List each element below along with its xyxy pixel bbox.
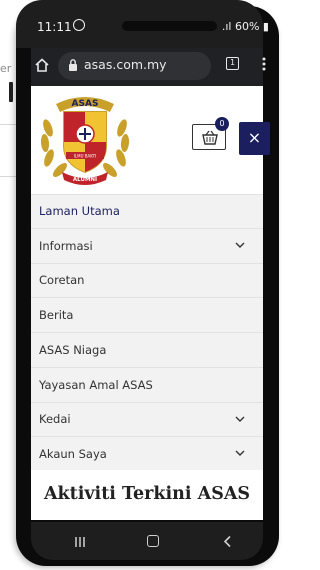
battery-percent: 60% bbox=[234, 20, 260, 33]
asas-alumni-logo[interactable]: ASAS ILMU BAKTI ALUMNI bbox=[36, 88, 134, 188]
section-heading: Aktiviti Terkini ASAS bbox=[31, 470, 263, 520]
battery-icon: ▮ bbox=[259, 20, 269, 33]
chevron-down-icon[interactable] bbox=[235, 415, 245, 423]
menu-item-asas-niaga[interactable]: ASAS Niaga bbox=[31, 333, 263, 368]
menu-item-label: Laman Utama bbox=[39, 204, 120, 219]
status-time: 11:11 bbox=[37, 20, 72, 34]
logo-motto: ILMU BAKTI bbox=[74, 154, 96, 159]
background-text: er bbox=[0, 62, 12, 75]
background-bar bbox=[9, 82, 13, 102]
home-icon[interactable] bbox=[35, 58, 49, 72]
menu-item-laman-utama[interactable]: Laman Utama bbox=[31, 194, 263, 229]
logo-text-top: ASAS bbox=[72, 99, 99, 109]
menu-item-label: Kedai bbox=[39, 412, 71, 427]
menu-item-kedai[interactable]: Kedai bbox=[31, 403, 263, 438]
battery-indicator: .ıl 60% ▮ bbox=[222, 20, 269, 33]
tabs-icon[interactable]: 1 bbox=[226, 57, 239, 70]
menu-item-berita[interactable]: Berita bbox=[31, 298, 263, 333]
home-nav-icon[interactable] bbox=[147, 535, 159, 547]
signal-icon: .ıl bbox=[221, 20, 235, 33]
camera-notch bbox=[122, 21, 217, 31]
cart-count-badge: 0 bbox=[215, 117, 229, 131]
logo-text-ribbon: ALUMNI bbox=[73, 177, 97, 183]
menu-item-akaun-saya[interactable]: Akaun Saya bbox=[31, 437, 263, 472]
menu-item-label: Informasi bbox=[39, 238, 93, 253]
more-vert-icon[interactable] bbox=[262, 57, 266, 71]
url-text: asas.com.my bbox=[84, 57, 167, 72]
menu-item-coretan[interactable]: Coretan bbox=[31, 264, 263, 299]
lock-icon bbox=[69, 59, 77, 71]
menu-item-label: Berita bbox=[39, 308, 74, 323]
menu-item-label: Akaun Saya bbox=[39, 447, 107, 462]
menu-item-label: Coretan bbox=[39, 273, 85, 288]
close-icon: × bbox=[247, 128, 262, 147]
back-icon[interactable] bbox=[223, 535, 233, 548]
menu-item-label: Yayasan Amal ASAS bbox=[39, 377, 153, 392]
whatsapp-icon bbox=[73, 19, 85, 31]
menu-item-label: ASAS Niaga bbox=[39, 342, 107, 357]
chevron-down-icon[interactable] bbox=[235, 241, 245, 249]
menu-item-yayasan-amal-asas[interactable]: Yayasan Amal ASAS bbox=[31, 368, 263, 403]
menu-item-informasi[interactable]: Informasi bbox=[31, 229, 263, 264]
recent-apps-icon[interactable] bbox=[74, 536, 86, 548]
chevron-down-icon[interactable] bbox=[235, 449, 245, 457]
mobile-nav-menu: Laman Utama Informasi Coretan Berita ASA… bbox=[31, 194, 263, 472]
close-menu-button[interactable]: × bbox=[239, 122, 270, 155]
